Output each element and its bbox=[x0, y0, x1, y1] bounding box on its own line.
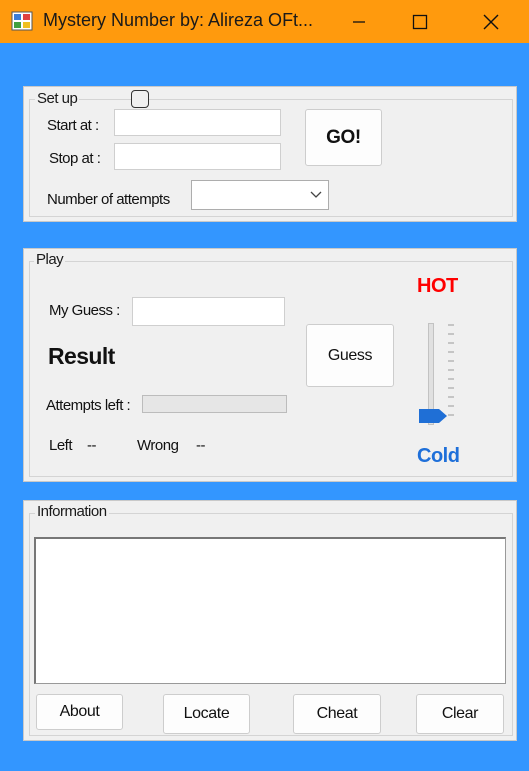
attempts-left-label: Attempts left : bbox=[46, 397, 131, 414]
title-bar: Mystery Number by: Alireza OFt... bbox=[0, 0, 529, 43]
information-textbox[interactable] bbox=[34, 537, 506, 684]
slider-ticks bbox=[448, 324, 454, 416]
wrong-value: -- bbox=[196, 437, 206, 454]
my-guess-label: My Guess : bbox=[49, 302, 120, 319]
attempts-label: Number of attempts bbox=[47, 191, 170, 208]
attempts-left-progress bbox=[142, 395, 287, 413]
my-guess-input[interactable] bbox=[132, 297, 285, 326]
stop-at-label: Stop at : bbox=[49, 150, 101, 167]
setup-panel: Set up Start at : Stop at : Number of at… bbox=[23, 86, 517, 222]
left-label: Left bbox=[49, 437, 73, 454]
cold-label: Cold bbox=[417, 445, 460, 467]
app-icon bbox=[11, 10, 33, 32]
information-legend: Information bbox=[35, 503, 109, 520]
information-panel: Information About Locate Cheat Clear bbox=[23, 500, 517, 741]
play-legend: Play bbox=[34, 251, 66, 268]
minimize-button[interactable] bbox=[329, 0, 389, 43]
start-at-label: Start at : bbox=[47, 117, 99, 134]
setup-legend: Set up bbox=[35, 90, 80, 107]
wrong-label: Wrong bbox=[137, 437, 179, 454]
maximize-button[interactable] bbox=[390, 0, 450, 43]
start-at-input[interactable] bbox=[114, 109, 281, 136]
cheat-button[interactable]: Cheat bbox=[293, 694, 381, 734]
about-button[interactable]: About bbox=[36, 694, 123, 730]
locate-button[interactable]: Locate bbox=[163, 694, 250, 734]
clear-button[interactable]: Clear bbox=[416, 694, 504, 734]
hot-label: HOT bbox=[417, 275, 458, 297]
result-label: Result bbox=[48, 343, 115, 369]
chevron-down-icon bbox=[310, 191, 322, 198]
window-title: Mystery Number by: Alireza OFt... bbox=[43, 10, 314, 30]
go-button[interactable]: GO! bbox=[305, 109, 382, 166]
guess-button[interactable]: Guess bbox=[306, 324, 394, 387]
slider-thumb[interactable] bbox=[419, 409, 449, 423]
left-value: -- bbox=[87, 437, 97, 454]
setup-checkbox[interactable] bbox=[131, 90, 149, 108]
play-panel: Play My Guess : Result Attempts left : L… bbox=[23, 248, 517, 482]
stop-at-input[interactable] bbox=[114, 143, 281, 170]
temperature-slider[interactable] bbox=[416, 321, 464, 431]
close-button[interactable] bbox=[461, 0, 521, 43]
attempts-dropdown[interactable] bbox=[191, 180, 329, 210]
